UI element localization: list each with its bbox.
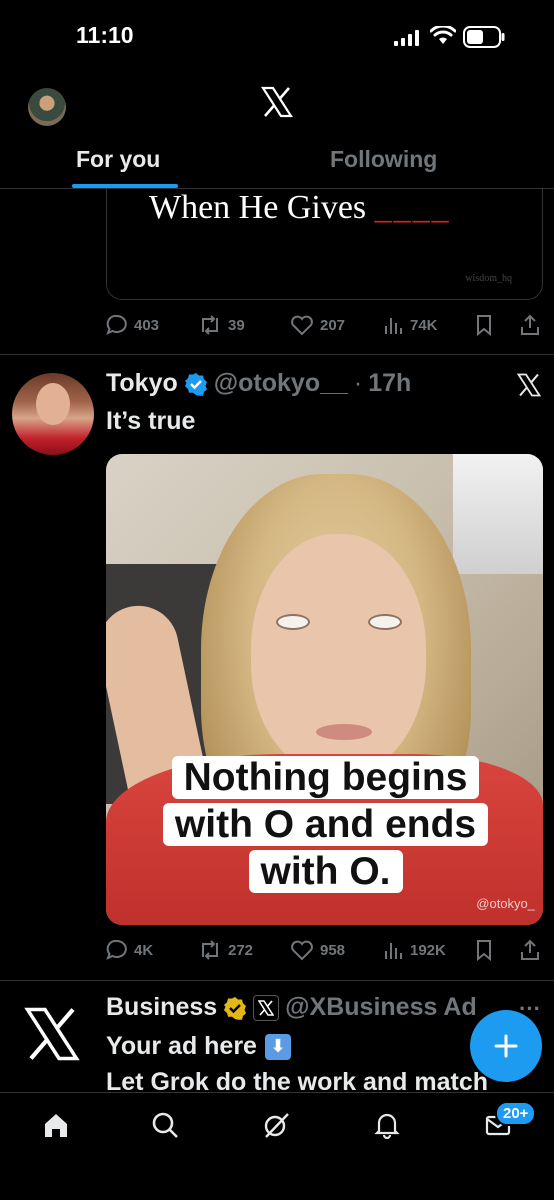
search-icon[interactable] [151, 1111, 179, 1139]
repost-button[interactable]: 39 [198, 314, 245, 336]
reply-button[interactable]: 403 [106, 314, 159, 336]
views-icon [385, 943, 402, 959]
views-icon [385, 318, 402, 334]
ad-line-1-text: Your ad here [106, 1032, 257, 1060]
ad-header: Business @XBusiness Ad [106, 993, 477, 1022]
tab-following[interactable]: Following [330, 146, 437, 173]
avatar-face [36, 383, 70, 425]
profile-avatar[interactable] [28, 88, 66, 126]
grok-icon[interactable] [262, 1111, 290, 1139]
ad-author-handle[interactable]: @XBusiness [285, 993, 437, 1022]
media-lips [316, 724, 372, 740]
tweet-author-name[interactable]: Tokyo [106, 369, 178, 398]
bookmark-icon [477, 940, 491, 961]
share-icon [521, 314, 539, 335]
ad-text-line-1: Your ad here ⬇ [106, 1032, 291, 1061]
messages-badge: 20+ [495, 1101, 537, 1126]
x-business-avatar-icon[interactable] [24, 1006, 80, 1062]
views-count: 74K [410, 316, 438, 334]
repost-icon [202, 940, 218, 960]
reply-icon [106, 939, 127, 960]
repost-button[interactable]: 272 [198, 939, 253, 961]
previous-media-quote: When He Gives [149, 189, 367, 226]
reply-count: 403 [134, 316, 160, 334]
tweet-separator: · [353, 369, 363, 397]
reply-button[interactable]: 4K [106, 939, 153, 961]
reply-count: 4K [134, 941, 154, 959]
views-button[interactable]: 74K [384, 314, 438, 336]
caption-line-1: Nothing begins [171, 756, 480, 799]
previous-tweet-media[interactable]: When He Gives ____ wisdom_hq [106, 189, 543, 300]
views-count: 192K [410, 941, 446, 959]
tab-for-you[interactable]: For you [76, 146, 160, 173]
reply-icon [106, 314, 127, 335]
tweet-header: Tokyo @otokyo__ · 17h [106, 369, 411, 398]
like-count: 958 [320, 941, 346, 959]
repost-count: 272 [228, 941, 254, 959]
home-icon[interactable] [42, 1111, 70, 1139]
ad-author-name[interactable]: Business [106, 993, 217, 1022]
like-button[interactable]: 207 [290, 314, 345, 336]
x-logo-icon [261, 86, 293, 118]
previous-tweet-actions: 403 39 207 74K [106, 314, 546, 340]
bottom-tab-bar [0, 1092, 554, 1200]
caption-line-2: with O and ends [162, 803, 489, 846]
share-icon [521, 939, 539, 960]
media-window [453, 454, 543, 574]
cellular-signal-icon [394, 30, 419, 46]
caption-line-3: with O. [248, 850, 403, 893]
share-button[interactable] [520, 314, 540, 336]
tweet-divider [0, 354, 554, 355]
tweet-media-image[interactable]: Nothing begins with O and ends with O. @… [106, 454, 543, 925]
media-caption: Nothing begins with O and ends with O. [138, 754, 513, 895]
previous-media-text: When He Gives ____ [149, 189, 451, 227]
media-watermark: @otokyo_ [476, 896, 535, 911]
tweet-timestamp[interactable]: 17h [368, 369, 411, 398]
tweet-author-avatar[interactable] [12, 373, 94, 455]
x-logo-icon[interactable] [517, 373, 541, 397]
tweet-author-handle[interactable]: @otokyo__ [214, 369, 348, 398]
share-button[interactable] [520, 939, 540, 961]
previous-media-blanks: ____ [374, 189, 451, 226]
plus-icon [494, 1034, 518, 1058]
down-arrow-emoji-icon: ⬇ [264, 1033, 291, 1060]
media-eye-right [368, 614, 402, 630]
tweet-text: It’s true [106, 407, 196, 435]
ad-label: Ad [443, 993, 477, 1021]
bookmark-button[interactable] [474, 939, 494, 961]
like-count: 207 [320, 316, 346, 334]
wifi-icon [430, 26, 456, 44]
like-button[interactable]: 958 [290, 939, 345, 961]
bookmark-icon [477, 315, 491, 336]
repost-count: 39 [228, 316, 245, 334]
status-bar: 11:10 [0, 0, 554, 74]
notifications-icon[interactable] [373, 1111, 401, 1139]
battery-icon [463, 26, 505, 48]
views-button[interactable]: 192K [384, 939, 446, 961]
repost-icon [202, 315, 218, 335]
compose-button[interactable] [470, 1010, 542, 1082]
tweet-actions: 4K 272 958 192K [106, 939, 546, 965]
timeline-header: For you Following [0, 74, 554, 189]
previous-media-watermark: wisdom_hq [465, 273, 512, 284]
tweet-divider [0, 980, 554, 981]
active-tab-indicator [72, 184, 178, 188]
bookmark-button[interactable] [474, 314, 494, 336]
media-eye-left [276, 614, 310, 630]
gold-verified-badge-icon [224, 996, 247, 1020]
status-time: 11:10 [76, 22, 134, 48]
heart-icon [291, 940, 313, 961]
heart-icon [291, 315, 313, 336]
x-affiliate-badge-icon [253, 994, 280, 1021]
verified-badge-icon [184, 372, 207, 396]
